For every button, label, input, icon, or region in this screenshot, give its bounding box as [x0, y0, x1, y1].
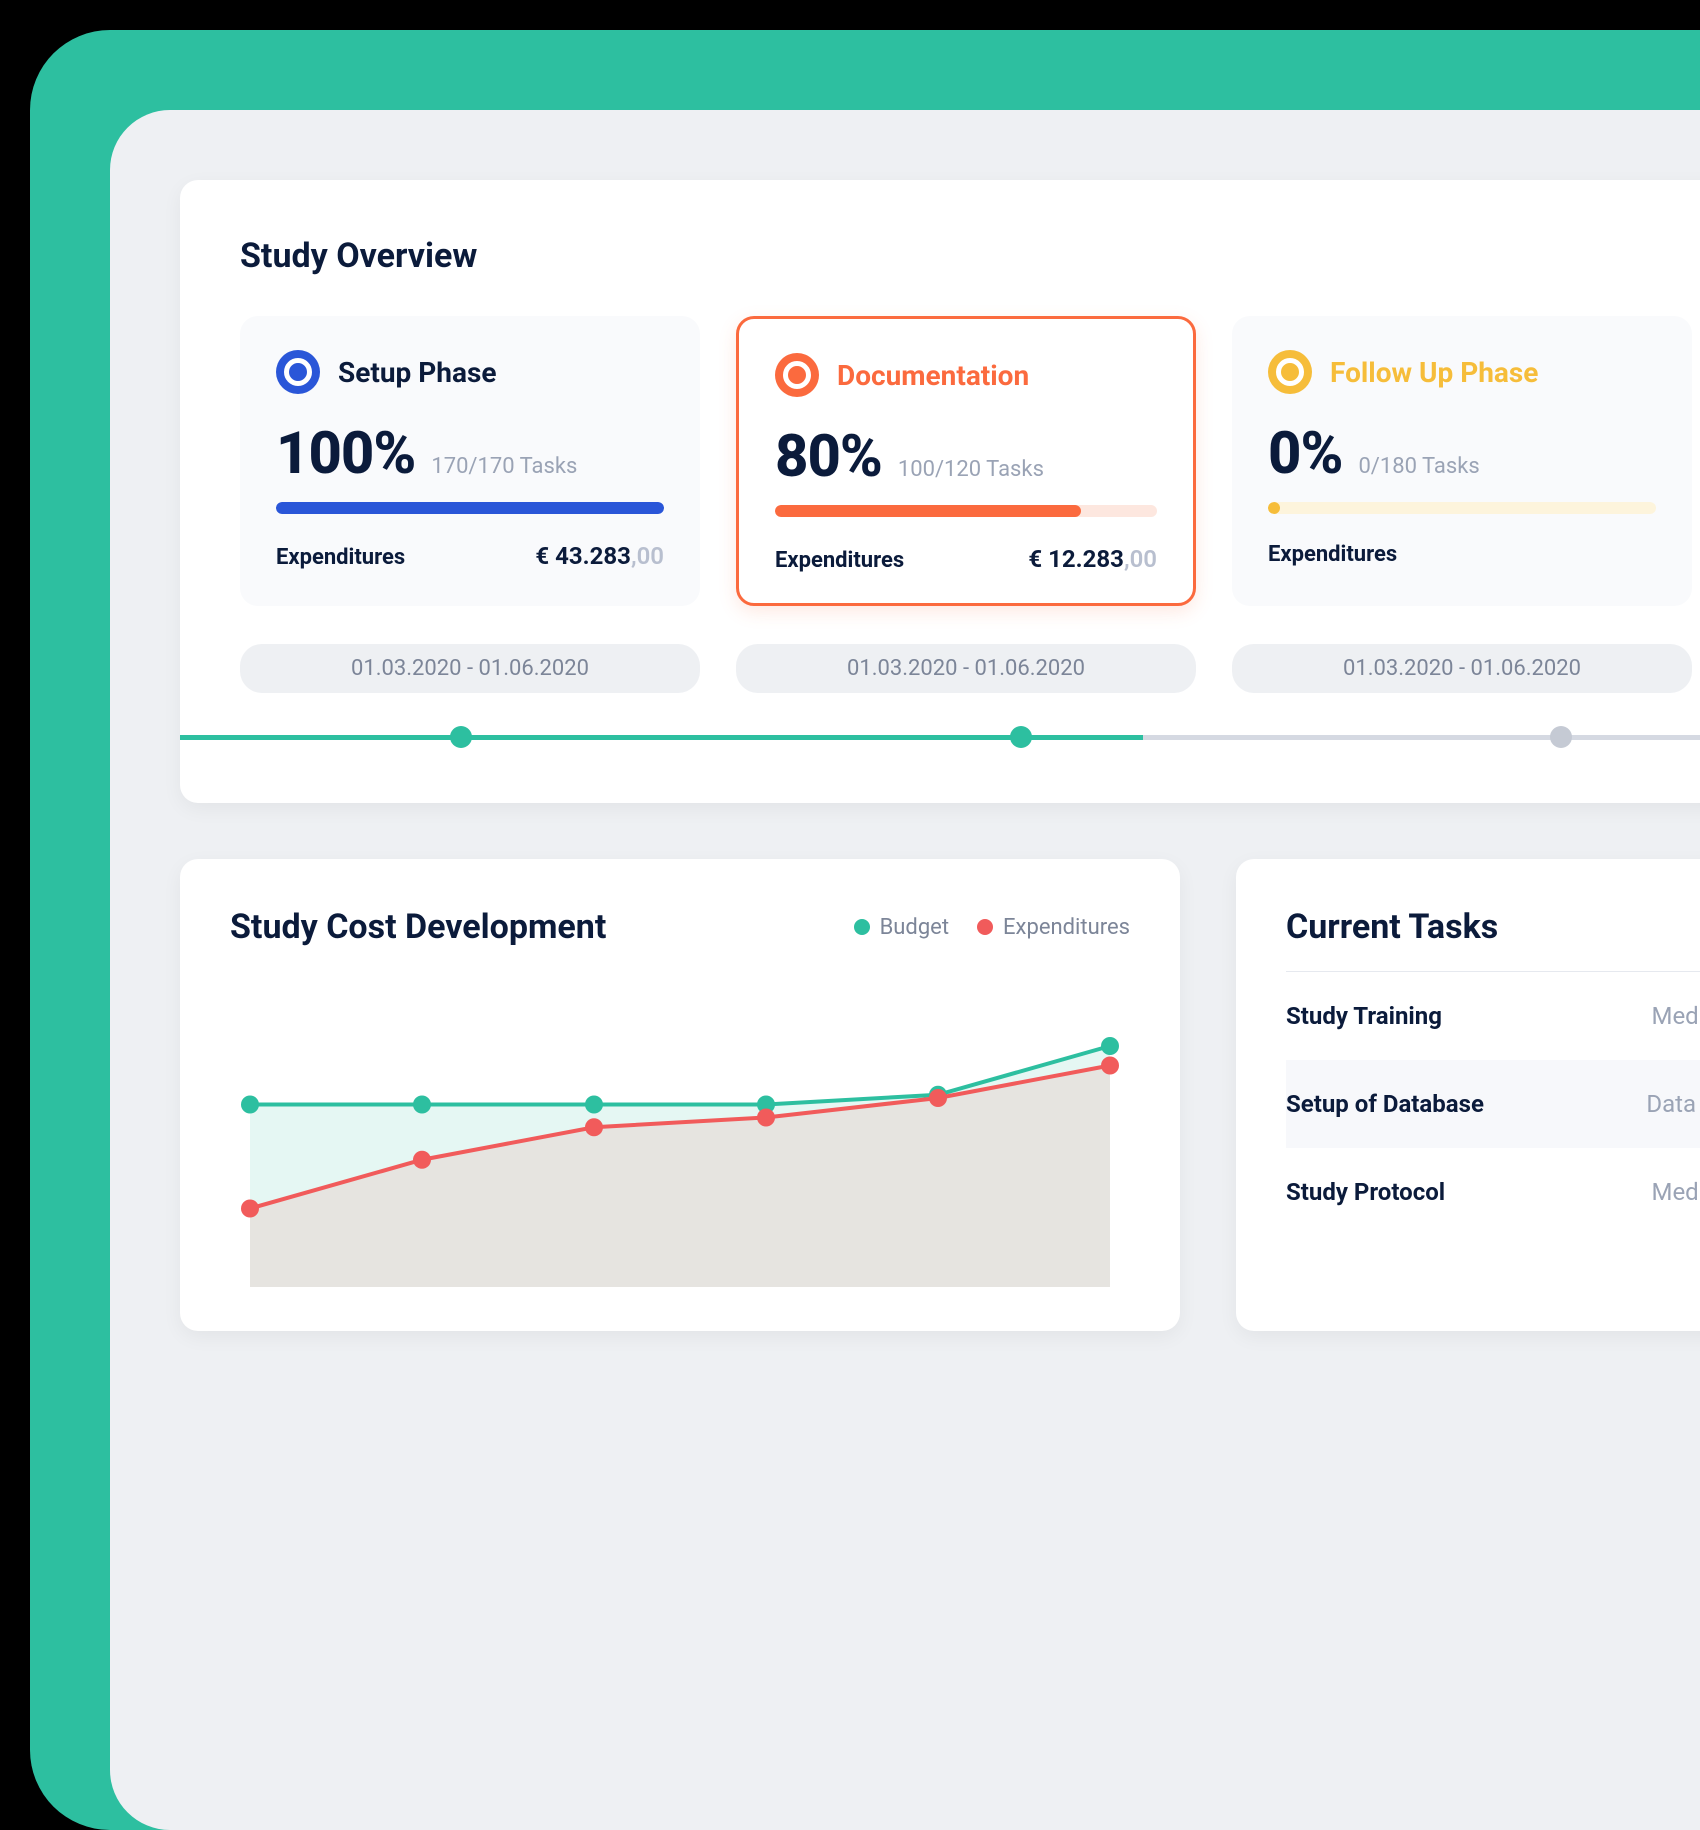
expenditures-label: Expenditures [276, 545, 405, 570]
phase-percent: 0% [1268, 420, 1342, 488]
chart-legend: Budget Expenditures [854, 915, 1130, 940]
current-tasks-title: Current Tasks [1286, 907, 1700, 947]
phase-percent: 80% [775, 423, 882, 491]
timeline-date-range: 01.03.2020 - 01.06.2020 [240, 644, 700, 693]
task-category: Data Ma [1646, 1090, 1700, 1118]
phase-progress-fill [1268, 502, 1280, 514]
expenditures-label: Expenditures [775, 548, 904, 573]
phase-progress-fill [775, 505, 1081, 517]
phase-card-followup[interactable]: Follow Up Phase 0% 0/180 Tasks Expenditu… [1232, 316, 1692, 606]
phase-cards-row: Setup Phase 100% 170/170 Tasks Expenditu… [240, 316, 1700, 606]
expenditures-value: € 12.283,00 [1028, 545, 1157, 573]
task-category: Medical [1651, 1002, 1700, 1030]
target-icon [276, 350, 320, 394]
phase-card-setup[interactable]: Setup Phase 100% 170/170 Tasks Expenditu… [240, 316, 700, 606]
study-overview-title: Study Overview [240, 236, 1700, 276]
dashboard-surface: Study Overview Setup Phase 100% 170/170 … [110, 110, 1700, 1830]
legend-budget: Budget [854, 915, 949, 940]
task-row[interactable]: Study Training Medical [1286, 972, 1700, 1060]
timeline-date-range: 01.03.2020 - 01.06.2020 [1232, 644, 1692, 693]
study-overview-panel: Study Overview Setup Phase 100% 170/170 … [180, 180, 1700, 803]
timeline: 01.03.2020 - 01.06.2020 01.03.2020 - 01.… [240, 644, 1700, 753]
phase-task-count: 0/180 Tasks [1358, 454, 1479, 479]
phase-progress-bar [775, 505, 1157, 517]
phase-progress-bar [1268, 502, 1656, 514]
legend-dot-icon [977, 919, 993, 935]
task-name: Setup of Database [1286, 1090, 1484, 1118]
task-name: Study Training [1286, 1002, 1442, 1030]
expenditures-label: Expenditures [1268, 542, 1397, 567]
legend-dot-icon [854, 919, 870, 935]
phase-progress-bar [276, 502, 664, 514]
legend-expenditures: Expenditures [977, 915, 1130, 940]
phase-name: Follow Up Phase [1330, 356, 1538, 389]
task-row[interactable]: Setup of Database Data Ma [1286, 1060, 1700, 1148]
phase-task-count: 170/170 Tasks [431, 454, 577, 479]
cost-line-chart[interactable] [230, 987, 1130, 1287]
study-cost-panel: Study Cost Development Budget Expenditur… [180, 859, 1180, 1331]
timeline-marker[interactable] [450, 726, 472, 748]
phase-progress-fill [276, 502, 664, 514]
phase-percent: 100% [276, 420, 415, 488]
outer-frame: Study Overview Setup Phase 100% 170/170 … [30, 30, 1700, 1830]
task-row[interactable]: Study Protocol Medical [1286, 1148, 1700, 1236]
timeline-marker[interactable] [1550, 726, 1572, 748]
task-name: Study Protocol [1286, 1178, 1445, 1206]
timeline-marker[interactable] [1010, 726, 1032, 748]
expenditures-value: € 43.283,00 [535, 542, 664, 570]
phase-task-count: 100/120 Tasks [898, 457, 1044, 482]
phase-name: Setup Phase [338, 356, 496, 389]
phase-card-documentation[interactable]: Documentation 80% 100/120 Tasks Expendit… [736, 316, 1196, 606]
current-tasks-panel: Current Tasks Study Training Medical Set… [1236, 859, 1700, 1331]
study-cost-title: Study Cost Development [230, 907, 606, 947]
target-icon [775, 353, 819, 397]
target-icon [1268, 350, 1312, 394]
task-category: Medical [1651, 1178, 1700, 1206]
phase-name: Documentation [837, 359, 1029, 392]
timeline-track[interactable] [180, 723, 1700, 753]
timeline-date-range: 01.03.2020 - 01.06.2020 [736, 644, 1196, 693]
